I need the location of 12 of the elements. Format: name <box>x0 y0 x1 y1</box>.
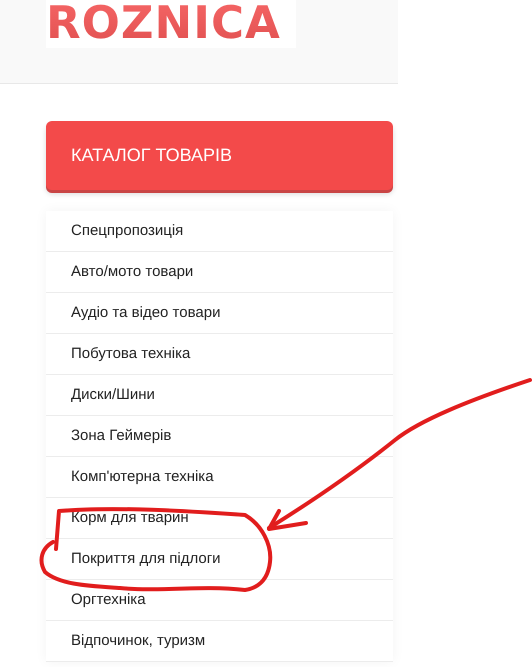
category-link[interactable]: Диски/Шини <box>71 386 155 403</box>
category-link[interactable]: Аудіо та відео товари <box>71 304 220 321</box>
category-link[interactable]: Зона Геймерів <box>71 427 172 444</box>
category-link[interactable]: Авто/мото товари <box>71 263 194 280</box>
category-link[interactable]: Корм для тварин <box>71 509 189 526</box>
category-link[interactable]: Оргтехніка <box>71 591 146 608</box>
category-link[interactable]: Покриття для підлоги <box>71 550 221 567</box>
category-link[interactable]: Спецпропозиція <box>71 222 184 239</box>
catalog-button[interactable]: КАТАЛОГ ТОВАРІВ <box>46 121 393 190</box>
category-link[interactable]: Відпочинок, туризм <box>71 632 206 649</box>
category-link[interactable]: Побутова техніка <box>71 345 190 362</box>
category-link[interactable]: Комп'ютерна техніка <box>71 468 214 485</box>
